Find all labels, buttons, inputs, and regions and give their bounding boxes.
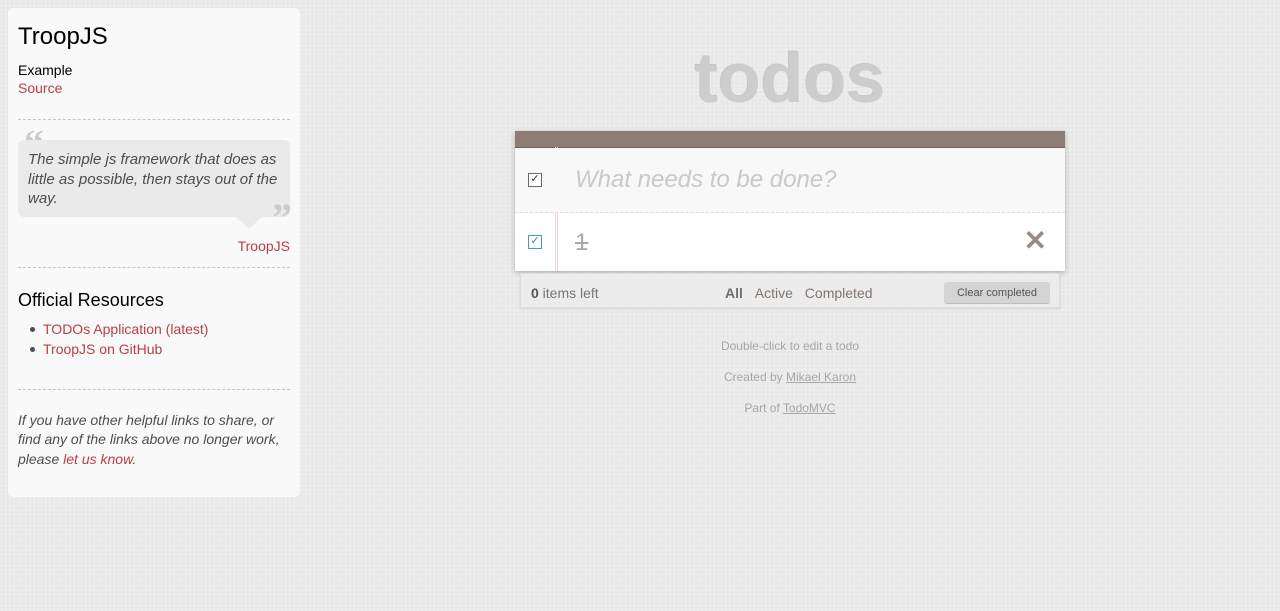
app-title: todos <box>694 39 886 117</box>
todo-footer: 0 items left All Active Completed Clear … <box>520 273 1060 308</box>
filter-all[interactable]: All <box>725 285 743 301</box>
clear-completed-button[interactable]: Clear completed <box>944 282 1050 304</box>
filter-active[interactable]: Active <box>755 285 793 301</box>
created-by: Created by Mikael Karon <box>590 370 990 385</box>
resource-link-github[interactable]: TroopJS on GitHub <box>43 341 162 357</box>
todo-item[interactable]: ✓ 1 ✕ <box>515 213 1065 271</box>
todo-app: ✓ What needs to be done? ✓ 1 ✕ <box>515 131 1065 271</box>
resources-list: TODOs Application (latest) TroopJS on Gi… <box>18 319 290 359</box>
delete-todo-icon[interactable]: ✕ <box>1024 226 1047 256</box>
footer-note-period: . <box>132 450 137 467</box>
edit-hint: Double-click to edit a todo <box>720 339 860 353</box>
divider <box>18 266 290 268</box>
let-us-know-link[interactable]: let us know <box>63 451 132 467</box>
resources-heading: Official Resources <box>18 289 164 310</box>
part-of-prefix: Part of <box>744 401 783 415</box>
filters: All Active Completed <box>721 285 877 301</box>
info-footer: Double-click to edit a todo Created by M… <box>590 339 990 432</box>
items-left-number: 0 <box>531 285 539 301</box>
new-todo-row: ✓ What needs to be done? <box>515 148 1065 213</box>
created-by-prefix: Created by <box>723 370 786 384</box>
app-header-bar <box>515 131 1065 148</box>
toggle-all-checkbox[interactable]: ✓ <box>528 173 542 187</box>
todo-item-label[interactable]: 1 <box>575 229 588 257</box>
footer-note-text: If you have other helpful links to share… <box>18 411 280 467</box>
filter-completed[interactable]: Completed <box>805 285 873 301</box>
list-item: TODOs Application (latest) <box>30 319 290 339</box>
quote-text: The simple js framework that does as lit… <box>18 140 290 228</box>
author-link[interactable]: Mikael Karon <box>786 370 856 384</box>
close-quote-icon: ” <box>272 195 292 240</box>
todomvc-link[interactable]: TodoMVC <box>783 401 836 415</box>
list-item: TroopJS on GitHub <box>30 339 290 359</box>
resource-link-todos-app[interactable]: TODOs Application (latest) <box>43 321 208 337</box>
items-left-text: items left <box>538 285 599 301</box>
sidebar-footer-note: If you have other helpful links to share… <box>18 411 290 470</box>
new-todo-input[interactable]: What needs to be done? <box>575 166 837 194</box>
quote-author-link[interactable]: TroopJS <box>18 237 290 255</box>
todo-complete-checkbox[interactable]: ✓ <box>528 235 542 249</box>
divider <box>18 388 290 390</box>
items-left-count: 0 items left <box>531 285 599 301</box>
quote-block: “ The simple js framework that does as l… <box>18 124 292 238</box>
part-of: Part of TodoMVC <box>590 401 990 416</box>
